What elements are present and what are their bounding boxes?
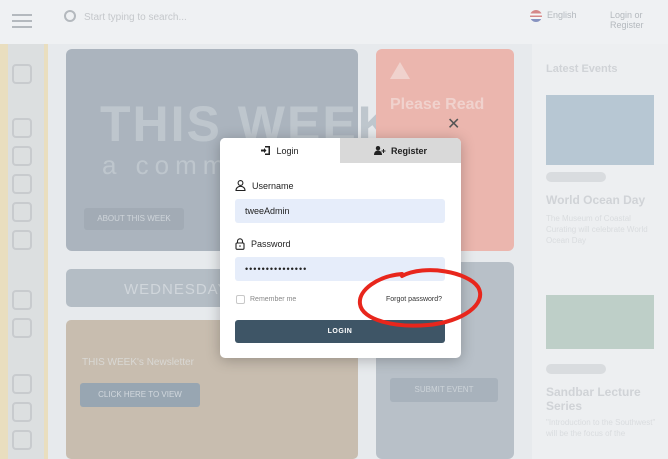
remember-me-label[interactable]: Remember me [250, 296, 296, 303]
remember-me-checkbox[interactable] [236, 295, 245, 304]
close-icon[interactable]: ✕ [447, 114, 460, 134]
tab-register-label: Register [390, 145, 427, 156]
username-label: Username [252, 180, 294, 191]
password-label: Password [251, 239, 291, 249]
user-plus-icon [373, 146, 386, 155]
user-icon [235, 180, 246, 191]
annotation-circle [357, 268, 482, 328]
tab-login-label: Login [276, 145, 299, 156]
username-label-row: Username [235, 180, 294, 191]
sign-in-icon [261, 146, 271, 155]
tab-register[interactable]: Register [340, 138, 461, 163]
username-field[interactable] [235, 199, 445, 223]
tab-login[interactable]: Login [220, 138, 340, 163]
password-label-row: Password [235, 238, 291, 250]
lock-icon [235, 238, 245, 250]
